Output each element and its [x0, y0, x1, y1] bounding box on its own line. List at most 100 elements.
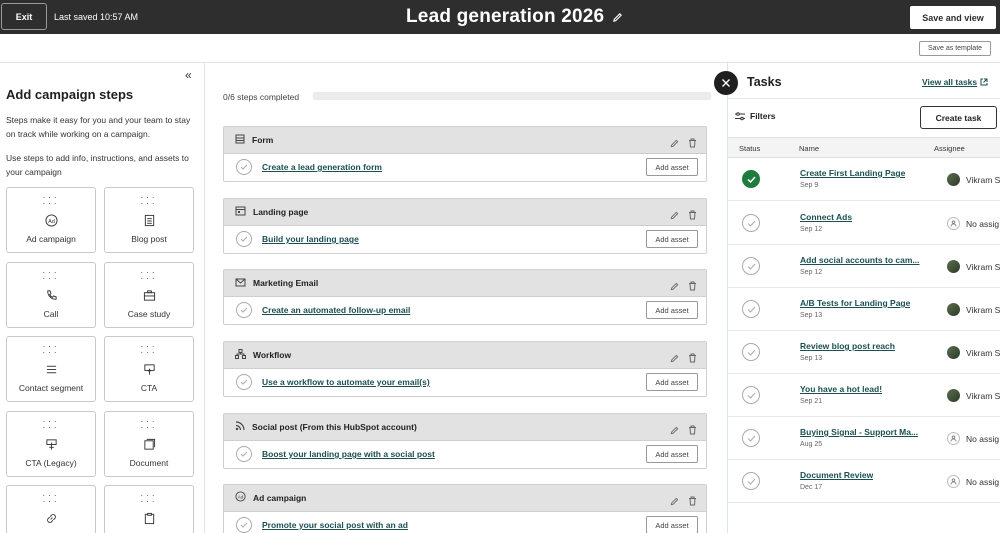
task-name-link[interactable]: Connect Ads	[800, 212, 852, 222]
step-card-case-study[interactable]: ··· ··· Case study	[104, 262, 194, 328]
delete-step-icon[interactable]	[688, 350, 697, 368]
task-name-link[interactable]: Document Review	[800, 470, 873, 480]
delete-step-icon[interactable]	[688, 493, 697, 511]
add-asset-button[interactable]: Add asset	[646, 516, 698, 533]
task-assignee[interactable]: No assig	[947, 217, 999, 230]
delete-step-icon[interactable]	[688, 422, 697, 440]
column-header-assignee[interactable]: Assignee	[934, 144, 965, 153]
step-task-link[interactable]: Use a workflow to automate your email(s)	[262, 377, 430, 387]
step-task-link[interactable]: Promote your social post with an ad	[262, 520, 408, 530]
edit-step-icon[interactable]	[670, 350, 679, 368]
assignee-name: Vikram S	[966, 304, 1000, 315]
delete-step-icon[interactable]	[688, 135, 697, 153]
task-name-link[interactable]: Review blog post reach	[800, 341, 895, 351]
drag-handle-icon[interactable]: ··· ···	[105, 418, 193, 432]
task-assignee[interactable]: Vikram S	[947, 346, 1000, 359]
step-header[interactable]: Form	[224, 127, 706, 154]
step-complete-checkbox[interactable]	[236, 159, 252, 175]
drag-handle-icon[interactable]: ··· ···	[7, 343, 95, 357]
edit-step-icon[interactable]	[670, 207, 679, 225]
drag-handle-icon[interactable]: ··· ···	[7, 194, 95, 208]
step-task-link[interactable]: Create an automated follow-up email	[262, 305, 410, 315]
step-header[interactable]: Workflow	[224, 342, 706, 369]
edit-step-icon[interactable]	[670, 278, 679, 296]
filters-label: Filters	[750, 111, 776, 121]
step-block-ad-campaign: Ad Ad campaign Promote your social post …	[223, 484, 707, 533]
add-asset-button[interactable]: Add asset	[646, 373, 698, 391]
step-card-cta[interactable]: ··· ··· CTA	[104, 336, 194, 402]
step-card-cta-legacy[interactable]: ··· ··· CTA (Legacy)	[6, 411, 96, 477]
view-all-tasks-link[interactable]: View all tasks	[922, 77, 988, 87]
column-header-status[interactable]: Status	[739, 144, 760, 153]
add-asset-button[interactable]: Add asset	[646, 230, 698, 248]
task-status-checkbox[interactable]	[742, 386, 760, 404]
drag-handle-icon[interactable]: ··· ···	[7, 269, 95, 283]
step-header[interactable]: Social post (From this HubSpot account)	[224, 414, 706, 441]
save-and-view-button[interactable]: Save and view	[909, 5, 997, 30]
step-card-blog-post[interactable]: ··· ··· Blog post	[104, 187, 194, 253]
drag-handle-icon[interactable]: ··· ···	[105, 269, 193, 283]
step-card-document[interactable]: ··· ··· Document	[104, 411, 194, 477]
step-complete-checkbox[interactable]	[236, 446, 252, 462]
add-asset-button[interactable]: Add asset	[646, 301, 698, 319]
task-name-link[interactable]: Buying Signal - Support Ma...	[800, 427, 918, 437]
drag-handle-icon[interactable]: ··· ···	[105, 343, 193, 357]
step-card-link[interactable]: ··· ···	[6, 485, 96, 533]
step-type-label: Landing page	[253, 207, 309, 217]
edit-title-icon[interactable]	[612, 12, 623, 23]
step-card-clipboard[interactable]: ··· ···	[104, 485, 194, 533]
step-card-contact-segment[interactable]: ··· ··· Contact segment	[6, 336, 96, 402]
task-status-checkbox[interactable]	[742, 170, 760, 188]
edit-step-icon[interactable]	[670, 135, 679, 153]
collapse-panel-icon[interactable]: «	[185, 68, 192, 82]
delete-step-icon[interactable]	[688, 278, 697, 296]
task-name-link[interactable]: Create First Landing Page	[800, 168, 905, 178]
task-status-checkbox[interactable]	[742, 343, 760, 361]
step-card-label: Ad campaign	[26, 234, 76, 244]
task-assignee[interactable]: Vikram S	[947, 173, 1000, 186]
step-complete-checkbox[interactable]	[236, 302, 252, 318]
task-name-link[interactable]: A/B Tests for Landing Page	[800, 298, 910, 308]
task-status-checkbox[interactable]	[742, 429, 760, 447]
task-assignee[interactable]: No assig	[947, 432, 999, 445]
step-task-link[interactable]: Create a lead generation form	[262, 162, 382, 172]
task-status-checkbox[interactable]	[742, 214, 760, 232]
task-assignee[interactable]: Vikram S	[947, 389, 1000, 402]
add-asset-button[interactable]: Add asset	[646, 445, 698, 463]
progress-bar	[313, 92, 711, 100]
step-complete-checkbox[interactable]	[236, 517, 252, 533]
edit-step-icon[interactable]	[670, 422, 679, 440]
step-complete-checkbox[interactable]	[236, 231, 252, 247]
save-as-template-button[interactable]: Save as template	[919, 41, 991, 56]
task-assignee[interactable]: No assig	[947, 475, 999, 488]
task-name-link[interactable]: Add social accounts to cam...	[800, 255, 920, 265]
step-header[interactable]: Ad Ad campaign	[224, 485, 706, 512]
drag-handle-icon[interactable]: ··· ···	[105, 194, 193, 208]
step-card-call[interactable]: ··· ··· Call	[6, 262, 96, 328]
last-saved-text: Last saved 10:57 AM	[54, 12, 139, 22]
create-task-button[interactable]: Create task	[920, 106, 997, 129]
task-status-checkbox[interactable]	[742, 257, 760, 275]
add-asset-button[interactable]: Add asset	[646, 158, 698, 176]
task-name-link[interactable]: You have a hot lead!	[800, 384, 882, 394]
drag-handle-icon[interactable]: ··· ···	[7, 418, 95, 432]
step-card-ad-campaign[interactable]: ··· ··· Ad Ad campaign	[6, 187, 96, 253]
step-header[interactable]: Marketing Email	[224, 270, 706, 297]
close-tasks-button[interactable]	[714, 71, 738, 95]
task-status-checkbox[interactable]	[742, 300, 760, 318]
task-status-checkbox[interactable]	[742, 472, 760, 490]
filters-button[interactable]: Filters	[735, 111, 776, 121]
drag-handle-icon[interactable]: ··· ···	[105, 492, 193, 506]
step-complete-checkbox[interactable]	[236, 374, 252, 390]
step-task-link[interactable]: Build your landing page	[262, 234, 359, 244]
task-date: Sep 12	[800, 226, 823, 233]
step-task-link[interactable]: Boost your landing page with a social po…	[262, 449, 435, 459]
task-assignee[interactable]: Vikram S	[947, 303, 1000, 316]
task-assignee[interactable]: Vikram S	[947, 260, 1000, 273]
edit-step-icon[interactable]	[670, 493, 679, 511]
delete-step-icon[interactable]	[688, 207, 697, 225]
column-header-name[interactable]: Name	[799, 144, 819, 153]
exit-button[interactable]: Exit	[1, 3, 47, 30]
step-header[interactable]: Landing page	[224, 199, 706, 226]
drag-handle-icon[interactable]: ··· ···	[7, 492, 95, 506]
